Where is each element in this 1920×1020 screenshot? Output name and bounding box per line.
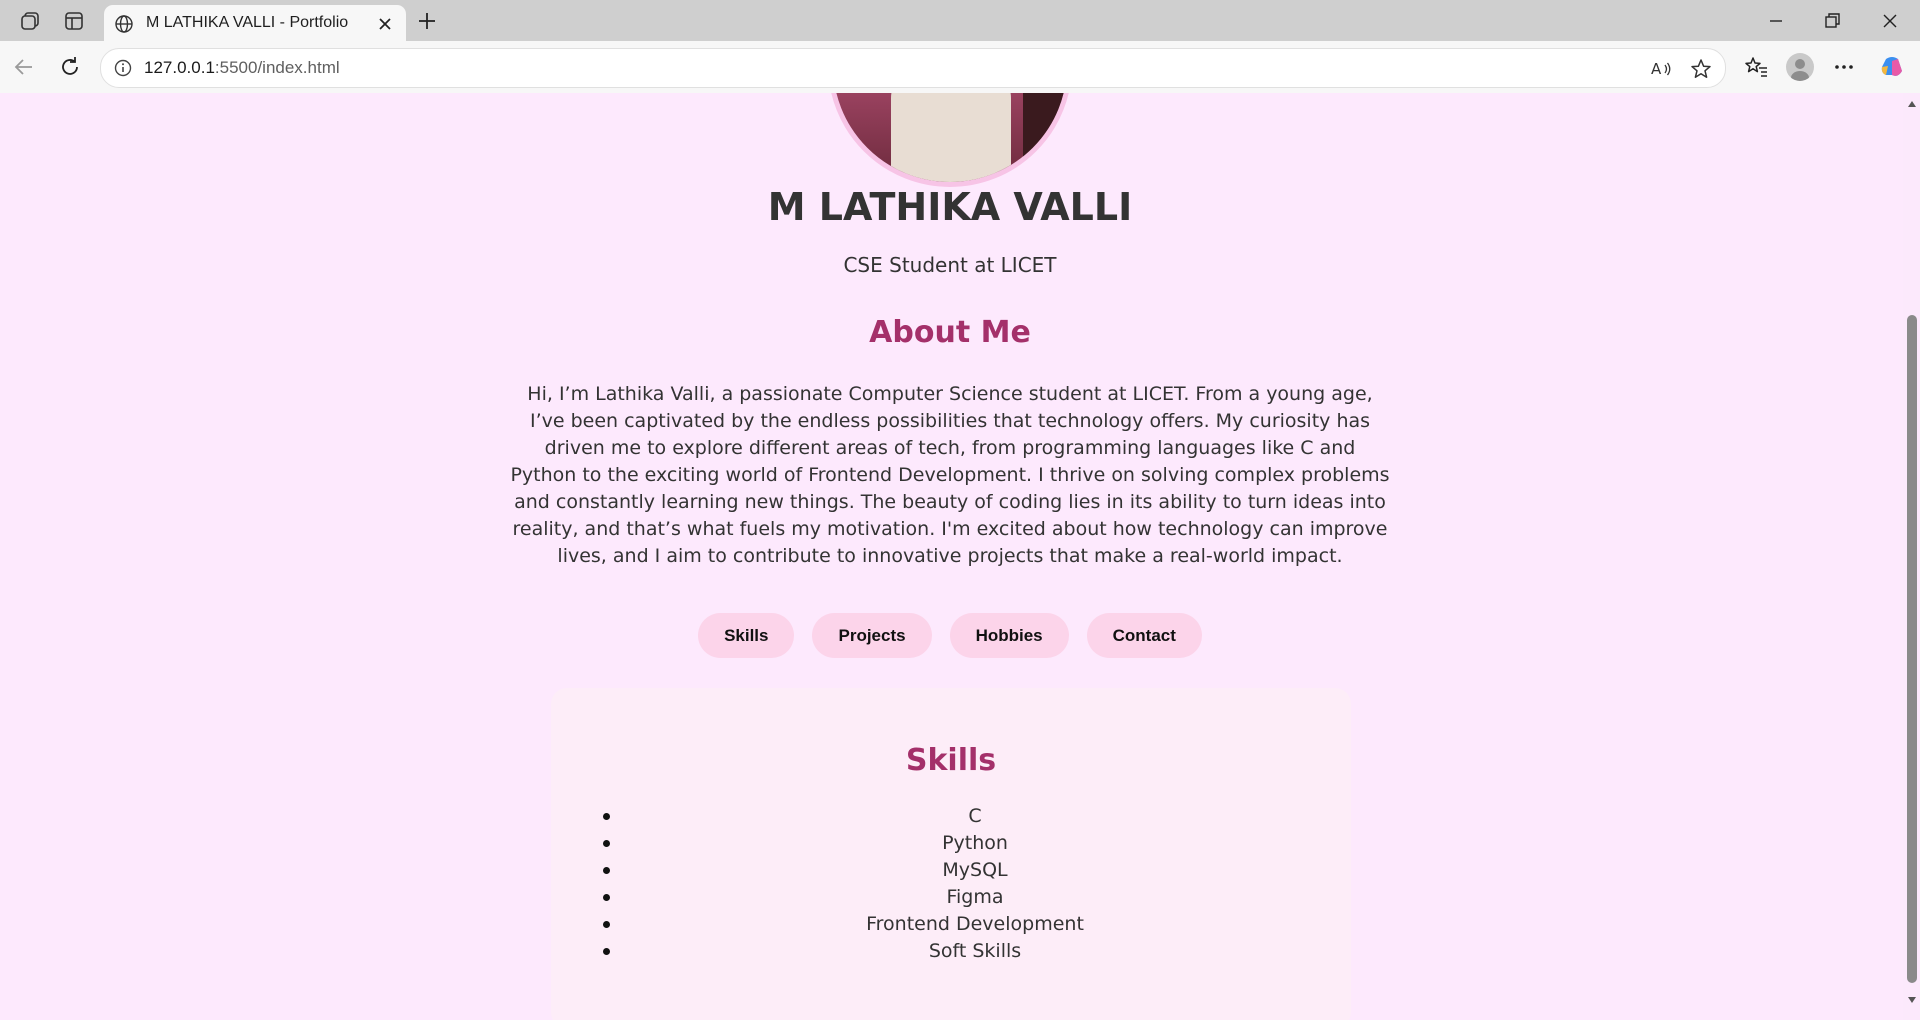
close-window-icon[interactable] [1878, 10, 1902, 32]
skill-label: Soft Skills [928, 940, 1022, 962]
vertical-tabs-icon[interactable] [62, 9, 86, 33]
tab-active[interactable]: M LATHIKA VALLI - Portfolio [104, 5, 406, 41]
skill-label: Python [942, 832, 1008, 854]
bullet [603, 840, 610, 847]
url-text: 127.0.0.1:5500/index.html [144, 58, 340, 78]
favorites-icon[interactable] [1742, 53, 1770, 81]
copilot-icon[interactable] [1878, 53, 1906, 81]
nav-projects-button[interactable]: Projects [812, 613, 932, 658]
skill-item: Soft Skills [603, 938, 1307, 965]
skill-item: Python [603, 830, 1307, 857]
bullet [603, 867, 610, 874]
svg-text:A: A [1651, 60, 1662, 78]
address-bar: 127.0.0.1:5500/index.html A [0, 41, 1920, 94]
url-host: 127.0.0.1 [144, 58, 215, 77]
profile-subtitle: CSE Student at LICET [843, 253, 1057, 277]
url-field[interactable]: 127.0.0.1:5500/index.html A [100, 48, 1726, 88]
more-menu-icon[interactable] [1830, 53, 1858, 81]
scroll-thumb[interactable] [1907, 315, 1917, 983]
globe-icon [115, 15, 133, 33]
refresh-icon[interactable] [56, 53, 84, 81]
skill-item: MySQL [603, 857, 1307, 884]
bullet [603, 948, 610, 955]
skill-label: C [968, 805, 982, 827]
nav-hobbies-button[interactable]: Hobbies [949, 613, 1069, 658]
scroll-down-arrow-icon[interactable] [1907, 995, 1917, 1005]
skill-label: Frontend Development [866, 913, 1084, 935]
skill-item: C [603, 803, 1307, 830]
nav-skills-button[interactable]: Skills [698, 613, 795, 658]
skills-card: Skills C Python MySQL Figma Frontend Dev… [551, 688, 1351, 1020]
profile-photo [828, 93, 1072, 187]
read-aloud-icon[interactable]: A [1649, 57, 1673, 81]
bullet [603, 813, 610, 820]
profile-avatar[interactable] [1786, 53, 1814, 81]
tab-title: M LATHIKA VALLI - Portfolio [146, 14, 349, 31]
about-text: Hi, I’m Lathika Valli, a passionate Comp… [510, 383, 1390, 567]
skills-list: C Python MySQL Figma Frontend Developmen… [603, 803, 1307, 965]
skill-label: MySQL [942, 859, 1008, 881]
favorite-star-icon[interactable] [1689, 57, 1713, 81]
new-tab-icon[interactable] [414, 8, 440, 34]
skills-title: Skills [905, 743, 997, 778]
bullet [603, 894, 610, 901]
close-tab-icon[interactable] [376, 15, 394, 33]
minimize-icon[interactable] [1764, 10, 1788, 32]
about-title: About Me [869, 315, 1031, 350]
profile-name: M LATHIKA VALLI [767, 185, 1133, 229]
tab-bar: M LATHIKA VALLI - Portfolio [0, 0, 1920, 41]
vertical-scrollbar[interactable] [1903, 93, 1920, 1020]
scroll-up-arrow-icon[interactable] [1907, 99, 1917, 109]
workspaces-icon[interactable] [18, 9, 42, 33]
nav-contact-button[interactable]: Contact [1086, 613, 1202, 658]
skill-item: Figma [603, 884, 1307, 911]
url-path: :5500/index.html [214, 58, 340, 77]
info-icon[interactable] [113, 58, 133, 78]
skill-label: Figma [946, 886, 1004, 908]
restore-icon[interactable] [1820, 10, 1844, 32]
section-nav: Skills Projects Hobbies Contact [0, 613, 1900, 658]
bullet [603, 921, 610, 928]
person-icon [1791, 59, 1809, 81]
back-icon[interactable] [10, 53, 38, 81]
skill-item: Frontend Development [603, 911, 1307, 938]
page-viewport: M LATHIKA VALLI CSE Student at LICET Abo… [0, 93, 1920, 1020]
